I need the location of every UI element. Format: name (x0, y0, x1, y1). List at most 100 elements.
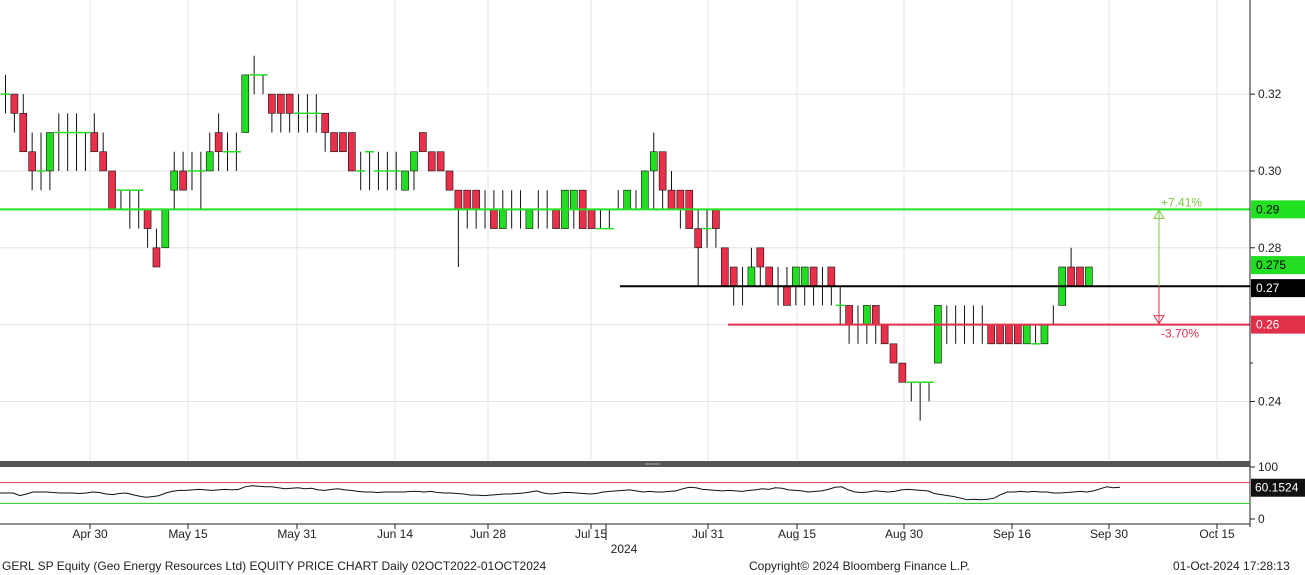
x-tick-label: Jun 28 (470, 527, 506, 541)
candle-body (747, 266, 756, 287)
candle-body (10, 93, 19, 114)
candle-body (552, 209, 560, 229)
rsi-panel: 100 0 60.1524 (0, 460, 1305, 526)
panel-divider (0, 461, 1250, 467)
candle-body (28, 151, 36, 172)
candle-body (427, 151, 436, 172)
y-tick-label: 0.24 (1258, 394, 1282, 408)
down-percent-label: -3.70% (1161, 327, 1199, 341)
candle-body (765, 266, 773, 287)
candle-body (19, 113, 28, 153)
candlestick-series (1, 55, 1093, 421)
candle-body (205, 151, 214, 172)
candle-body (1040, 324, 1049, 345)
candle-body (570, 189, 578, 210)
candle-body (152, 247, 161, 268)
candle-body (863, 305, 871, 325)
candle-body (880, 324, 889, 345)
candle-body (800, 266, 809, 287)
candle-body (1022, 324, 1031, 345)
x-tick-label: Oct 15 (1199, 527, 1235, 541)
candle-body (170, 170, 179, 191)
candle-body (792, 266, 800, 287)
candle-body (658, 151, 667, 191)
x-tick-label: Sep 30 (1090, 527, 1128, 541)
x-tick-label: Jul 31 (692, 527, 724, 541)
grid-lines (0, 0, 1250, 461)
x-tick-label: Jun 14 (377, 527, 413, 541)
candle-body (436, 151, 445, 172)
candle-body (729, 266, 738, 287)
candle-body (445, 170, 454, 191)
candle-body (1076, 266, 1084, 287)
year-label: 2024 (611, 542, 638, 556)
candle-body (285, 93, 294, 114)
candle-body (143, 209, 152, 229)
candle-body (490, 209, 498, 229)
candle-body (712, 209, 720, 229)
x-axis: Apr 30 May 15 May 31 Jun 14 Jun 28 Jul 15 Jul … (0, 523, 1250, 556)
rsi-tick-label: 0 (1258, 512, 1265, 526)
candle-body (641, 170, 649, 210)
candle-body (276, 93, 285, 114)
candle-body (1014, 324, 1022, 345)
candle-body (454, 189, 463, 210)
candle-body (348, 132, 356, 172)
y-tick-label: 0.30 (1258, 164, 1282, 178)
candle-body (809, 266, 818, 287)
candle-body (845, 305, 853, 325)
candle-body (410, 151, 418, 172)
candle-body (827, 266, 836, 287)
y-tick-label: 0.28 (1258, 241, 1282, 255)
candle-body (525, 209, 534, 229)
candle-body (587, 209, 596, 229)
price-tag-label: 0.27 (1256, 281, 1280, 295)
candle-body (401, 170, 409, 191)
candle-body (339, 132, 347, 153)
candle-body (321, 113, 329, 133)
candle-body (987, 324, 995, 345)
chart-stage: +7.41% -3.70% 0.32 0.30 0.28 0.24 0.29 0.275 0.… (0, 0, 1305, 575)
candle-body (214, 132, 223, 153)
candle-body (1085, 266, 1093, 287)
x-tick-label: May 15 (168, 527, 208, 541)
candle-body (268, 93, 276, 114)
footer-security-info: GERL SP Equity (Geo Energy Resources Ltd… (2, 559, 547, 573)
x-tick-label: May 31 (277, 527, 317, 541)
candle-body (90, 132, 99, 153)
x-tick-label: Aug 15 (778, 527, 816, 541)
up-percent-label: +7.41% (1161, 195, 1202, 209)
candle-body (472, 189, 480, 210)
candle-body (99, 151, 107, 172)
x-tick-label: Aug 30 (885, 527, 923, 541)
candle-body (330, 132, 338, 153)
candle-body (898, 362, 907, 383)
candle-body (1067, 266, 1075, 287)
candle-body (241, 74, 250, 133)
y-tick-label: 0.32 (1258, 87, 1282, 101)
price-chart: +7.41% -3.70% 0.32 0.30 0.28 0.24 0.29 0.275 0.… (0, 0, 1305, 556)
price-tag-label: 0.275 (1256, 258, 1286, 272)
candle-body (649, 151, 658, 172)
candle-body (46, 132, 54, 172)
candle-body (667, 189, 676, 210)
candle-body (756, 247, 765, 268)
candle-body (934, 305, 942, 364)
x-tick-label: Apr 30 (72, 527, 108, 541)
price-tag-label: 0.29 (1256, 202, 1280, 216)
range-annotations: +7.41% -3.70% (1153, 195, 1202, 341)
candle-body (623, 189, 631, 210)
candle-body (694, 228, 702, 249)
footer-copyright: Copyright© 2024 Bloomberg Finance L.P. (749, 559, 970, 573)
candle-body (498, 209, 507, 229)
rsi-value-label: 60.1524 (1255, 481, 1299, 495)
x-tick-label: Jul 15 (575, 527, 607, 541)
candle-body (720, 247, 729, 287)
candle-body (108, 170, 116, 210)
candle-body (996, 324, 1004, 345)
candle-body (889, 343, 898, 364)
candle-body (871, 305, 880, 325)
candle-body (1005, 324, 1013, 345)
x-tick-label: Sep 16 (993, 527, 1031, 541)
candle-body (463, 189, 472, 210)
